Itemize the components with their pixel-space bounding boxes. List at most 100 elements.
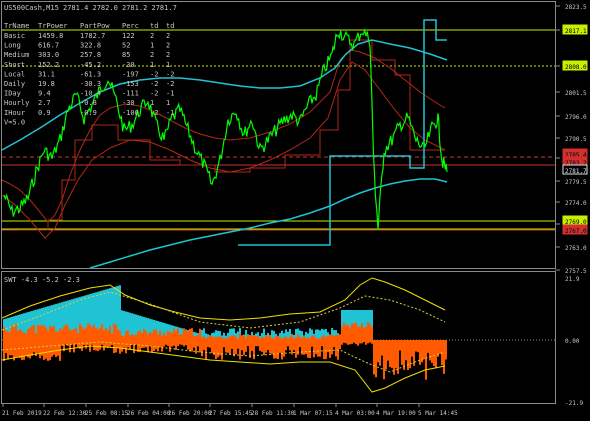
histogram-bar-up-orange [19,329,21,340]
histogram-bar-down [153,340,155,352]
histogram-bar-down [219,340,221,356]
histogram-bar-up-orange [51,327,53,340]
stats-cell: -100 [122,109,139,117]
histogram-bar-down [199,340,201,353]
histogram-bar-up-orange [67,326,69,340]
histogram-bar-down [237,340,239,349]
price-tick-label: 2801.5 [565,90,587,97]
histogram-bar-down [171,340,173,347]
histogram-bar-up-orange [35,333,37,340]
histogram-bar-down [177,340,179,346]
stats-header-cell: td [150,22,158,30]
histogram-bar-down [389,340,391,368]
level-label-text: 2767.0 [565,228,587,235]
histogram-bar-up-orange [15,323,17,340]
histogram-bar-up-orange [243,335,245,340]
histogram-bar-down [445,340,447,360]
histogram-bar-down [179,340,181,345]
stats-cell: -2 [150,70,158,78]
histogram-bar-up-orange [117,329,119,340]
histogram-bar-up-orange [11,325,13,340]
histogram-bar-up-orange [101,323,103,340]
histogram-bar-down [221,340,223,360]
histogram-bar-up-orange [363,327,365,340]
histogram-bar-up-orange [301,338,303,340]
stats-cell: IDay [4,90,21,98]
histogram-bar-down [273,340,275,359]
histogram-bar-up-orange [97,329,99,340]
histogram-bar-down [283,340,285,357]
histogram-bar-down [353,340,355,343]
histogram-bar-up-orange [123,336,125,340]
time-tick-label: 26 Feb 04:00 [127,410,171,417]
stats-cell: -111 [122,90,139,98]
histogram-bar-down [47,340,49,361]
histogram-bar-down [167,340,169,346]
histogram-bar-down [169,340,171,352]
stats-cell: -2 [166,80,174,88]
histogram-bar-up-orange [149,331,151,340]
histogram-bar-up-orange [167,330,169,340]
histogram-bar-down [431,340,433,363]
stats-cell: -1 [166,90,174,98]
histogram-bar-down [201,340,203,357]
histogram-bar-up-orange [309,337,311,340]
trading-chart[interactable]: 2823.52812.52806.02801.52796.02790.52785… [0,0,590,421]
price-tick-label: 2763.0 [565,245,587,252]
histogram-bar-up-orange [317,338,319,340]
histogram-bar-up-orange [115,324,117,340]
histogram-bar-up-orange [355,322,357,340]
histogram-bar-down [195,340,197,354]
histogram-bar-down [227,340,229,353]
histogram-bar-down [181,340,183,345]
histogram-bar-up-orange [91,327,93,340]
histogram-bar-down [433,340,435,367]
histogram-bar-up-orange [225,337,227,340]
histogram-bar-up-orange [217,336,219,340]
histogram-bar-up-orange [137,331,139,340]
histogram-bar-up-orange [241,335,243,340]
time-tick-label: 1 Mar 07:15 [293,410,333,417]
histogram-bar-up-orange [169,331,171,340]
histogram-bar-up-orange [173,328,175,340]
histogram-bar-down [33,340,35,353]
time-tick-label: 28 Feb 11:30 [251,410,295,417]
histogram-bar-up-orange [205,338,207,340]
histogram-bar-up-orange [343,322,345,340]
histogram-bar-down [291,340,293,355]
histogram-bar-down [315,340,317,355]
histogram-bar-down [197,340,199,347]
histogram-bar-down [87,340,89,345]
stats-cell: 1 [166,61,170,69]
histogram-bar-up-orange [81,326,83,340]
histogram-bar-up-orange [65,323,67,340]
stats-cell: -0.8 [80,99,97,107]
histogram-bar-down [29,340,31,359]
stats-cell: -1 [166,109,174,117]
histogram-bar-down [281,340,283,360]
histogram-bar-up-orange [253,335,255,340]
histogram-bar-up-orange [113,323,115,340]
histogram-bar-down [383,340,385,380]
histogram-bar-down [287,340,289,347]
stats-cell: Short [4,61,25,69]
histogram-bar-up-orange [59,328,61,340]
histogram-bar-up-orange [313,335,315,340]
histogram-bar-down [439,340,441,355]
histogram-bar-down [81,340,83,351]
stats-cell: -10.4 [80,90,101,98]
histogram-bar-up [319,330,321,340]
histogram-bar-down [271,340,273,355]
histogram-bar-down [215,340,217,360]
price-tick-label: 2779.5 [565,179,587,186]
histogram-bar-down [417,340,419,353]
stats-cell: 0.9 [38,109,51,117]
time-tick-label: 5 Mar 14:45 [418,410,458,417]
histogram-bar-up-orange [183,328,185,340]
histogram-bar-up-orange [269,334,271,340]
histogram-bar-down [265,340,267,353]
histogram-bar-down [269,340,271,354]
histogram-bar-up-orange [83,328,85,340]
stats-cell: 2 [150,51,154,59]
histogram-bar-down [259,340,261,351]
